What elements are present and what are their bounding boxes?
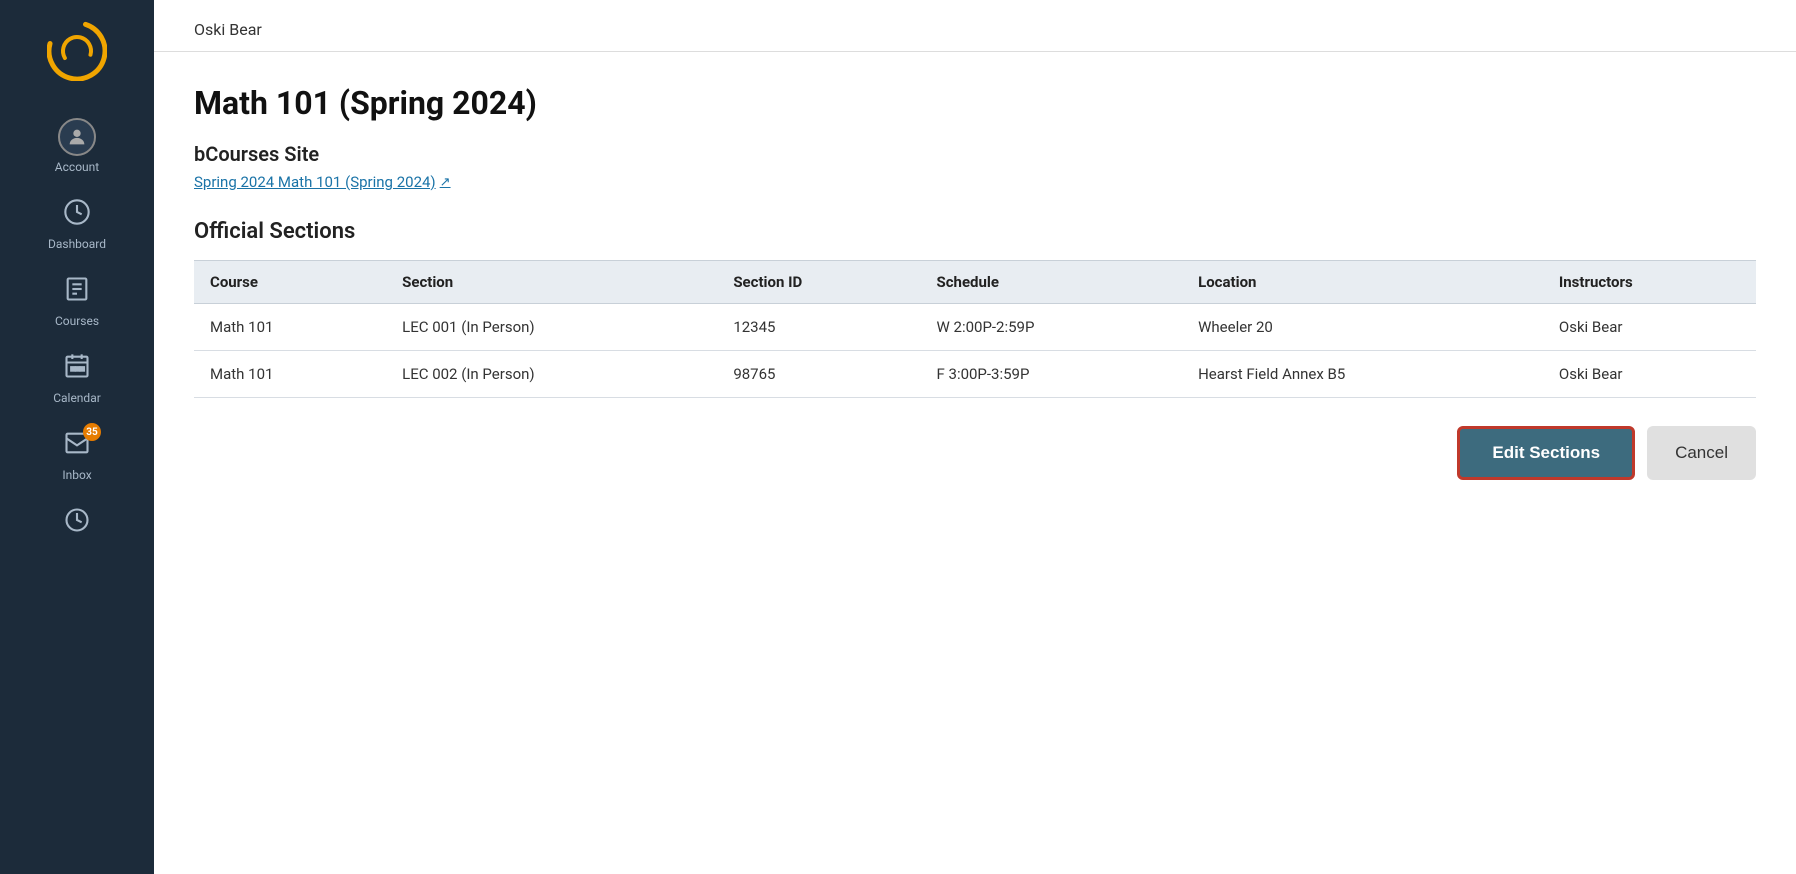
col-section-id: Section ID <box>717 261 920 304</box>
col-course: Course <box>194 261 386 304</box>
bcourses-link[interactable]: Spring 2024 Math 101 (Spring 2024) ↗ <box>194 173 451 191</box>
account-avatar-icon <box>58 118 96 156</box>
edit-sections-button[interactable]: Edit Sections <box>1457 426 1635 480</box>
bcourses-link-text: Spring 2024 Math 101 (Spring 2024) <box>194 173 436 191</box>
cell-location: Hearst Field Annex B5 <box>1182 351 1543 398</box>
col-location: Location <box>1182 261 1543 304</box>
content-area: Math 101 (Spring 2024) bCourses Site Spr… <box>154 52 1796 512</box>
col-schedule: Schedule <box>921 261 1183 304</box>
external-link-icon: ↗ <box>440 175 451 190</box>
cell-section: LEC 001 (In Person) <box>386 304 717 351</box>
col-instructors: Instructors <box>1543 261 1756 304</box>
cancel-button[interactable]: Cancel <box>1647 426 1756 480</box>
cell-course: Math 101 <box>194 351 386 398</box>
sections-table: Course Section Section ID Schedule Locat… <box>194 260 1756 398</box>
cell-course: Math 101 <box>194 304 386 351</box>
user-name: Oski Bear <box>194 20 262 39</box>
bcourses-heading: bCourses Site <box>194 142 1756 166</box>
sidebar-dashboard-label: Dashboard <box>48 237 106 251</box>
dashboard-icon <box>63 198 91 233</box>
main-content: Oski Bear Math 101 (Spring 2024) bCourse… <box>154 0 1796 874</box>
inbox-icon-wrapper: 35 <box>63 429 91 464</box>
sidebar-item-history[interactable] <box>0 494 154 557</box>
sidebar-item-inbox[interactable]: 35 Inbox <box>0 417 154 494</box>
sidebar-item-account[interactable]: Account <box>0 106 154 186</box>
cell-instructors: Oski Bear <box>1543 351 1756 398</box>
official-sections-title: Official Sections <box>194 219 1756 244</box>
calendar-icon <box>63 352 91 387</box>
footer-actions: Edit Sections Cancel <box>194 406 1756 480</box>
inbox-badge: 35 <box>83 423 101 441</box>
cell-section: LEC 002 (In Person) <box>386 351 717 398</box>
cell-section_id: 98765 <box>717 351 920 398</box>
clock-icon <box>63 506 91 541</box>
cell-location: Wheeler 20 <box>1182 304 1543 351</box>
sidebar-item-dashboard[interactable]: Dashboard <box>0 186 154 263</box>
table-header-row: Course Section Section ID Schedule Locat… <box>194 261 1756 304</box>
cell-schedule: F 3:00P-3:59P <box>921 351 1183 398</box>
sidebar-item-courses[interactable]: Courses <box>0 263 154 340</box>
page-title: Math 101 (Spring 2024) <box>194 84 1756 122</box>
main-header: Oski Bear <box>154 0 1796 52</box>
cell-instructors: Oski Bear <box>1543 304 1756 351</box>
sidebar-account-label: Account <box>55 160 99 174</box>
sidebar-courses-label: Courses <box>55 314 99 328</box>
sidebar-item-calendar[interactable]: Calendar <box>0 340 154 417</box>
sidebar: Account Dashboard Courses <box>0 0 154 874</box>
table-row: Math 101LEC 001 (In Person)12345W 2:00P-… <box>194 304 1756 351</box>
app-logo[interactable] <box>42 16 112 86</box>
cell-section_id: 12345 <box>717 304 920 351</box>
cell-schedule: W 2:00P-2:59P <box>921 304 1183 351</box>
col-section: Section <box>386 261 717 304</box>
table-row: Math 101LEC 002 (In Person)98765F 3:00P-… <box>194 351 1756 398</box>
sidebar-calendar-label: Calendar <box>53 391 101 405</box>
courses-icon <box>63 275 91 310</box>
sidebar-inbox-label: Inbox <box>62 468 91 482</box>
